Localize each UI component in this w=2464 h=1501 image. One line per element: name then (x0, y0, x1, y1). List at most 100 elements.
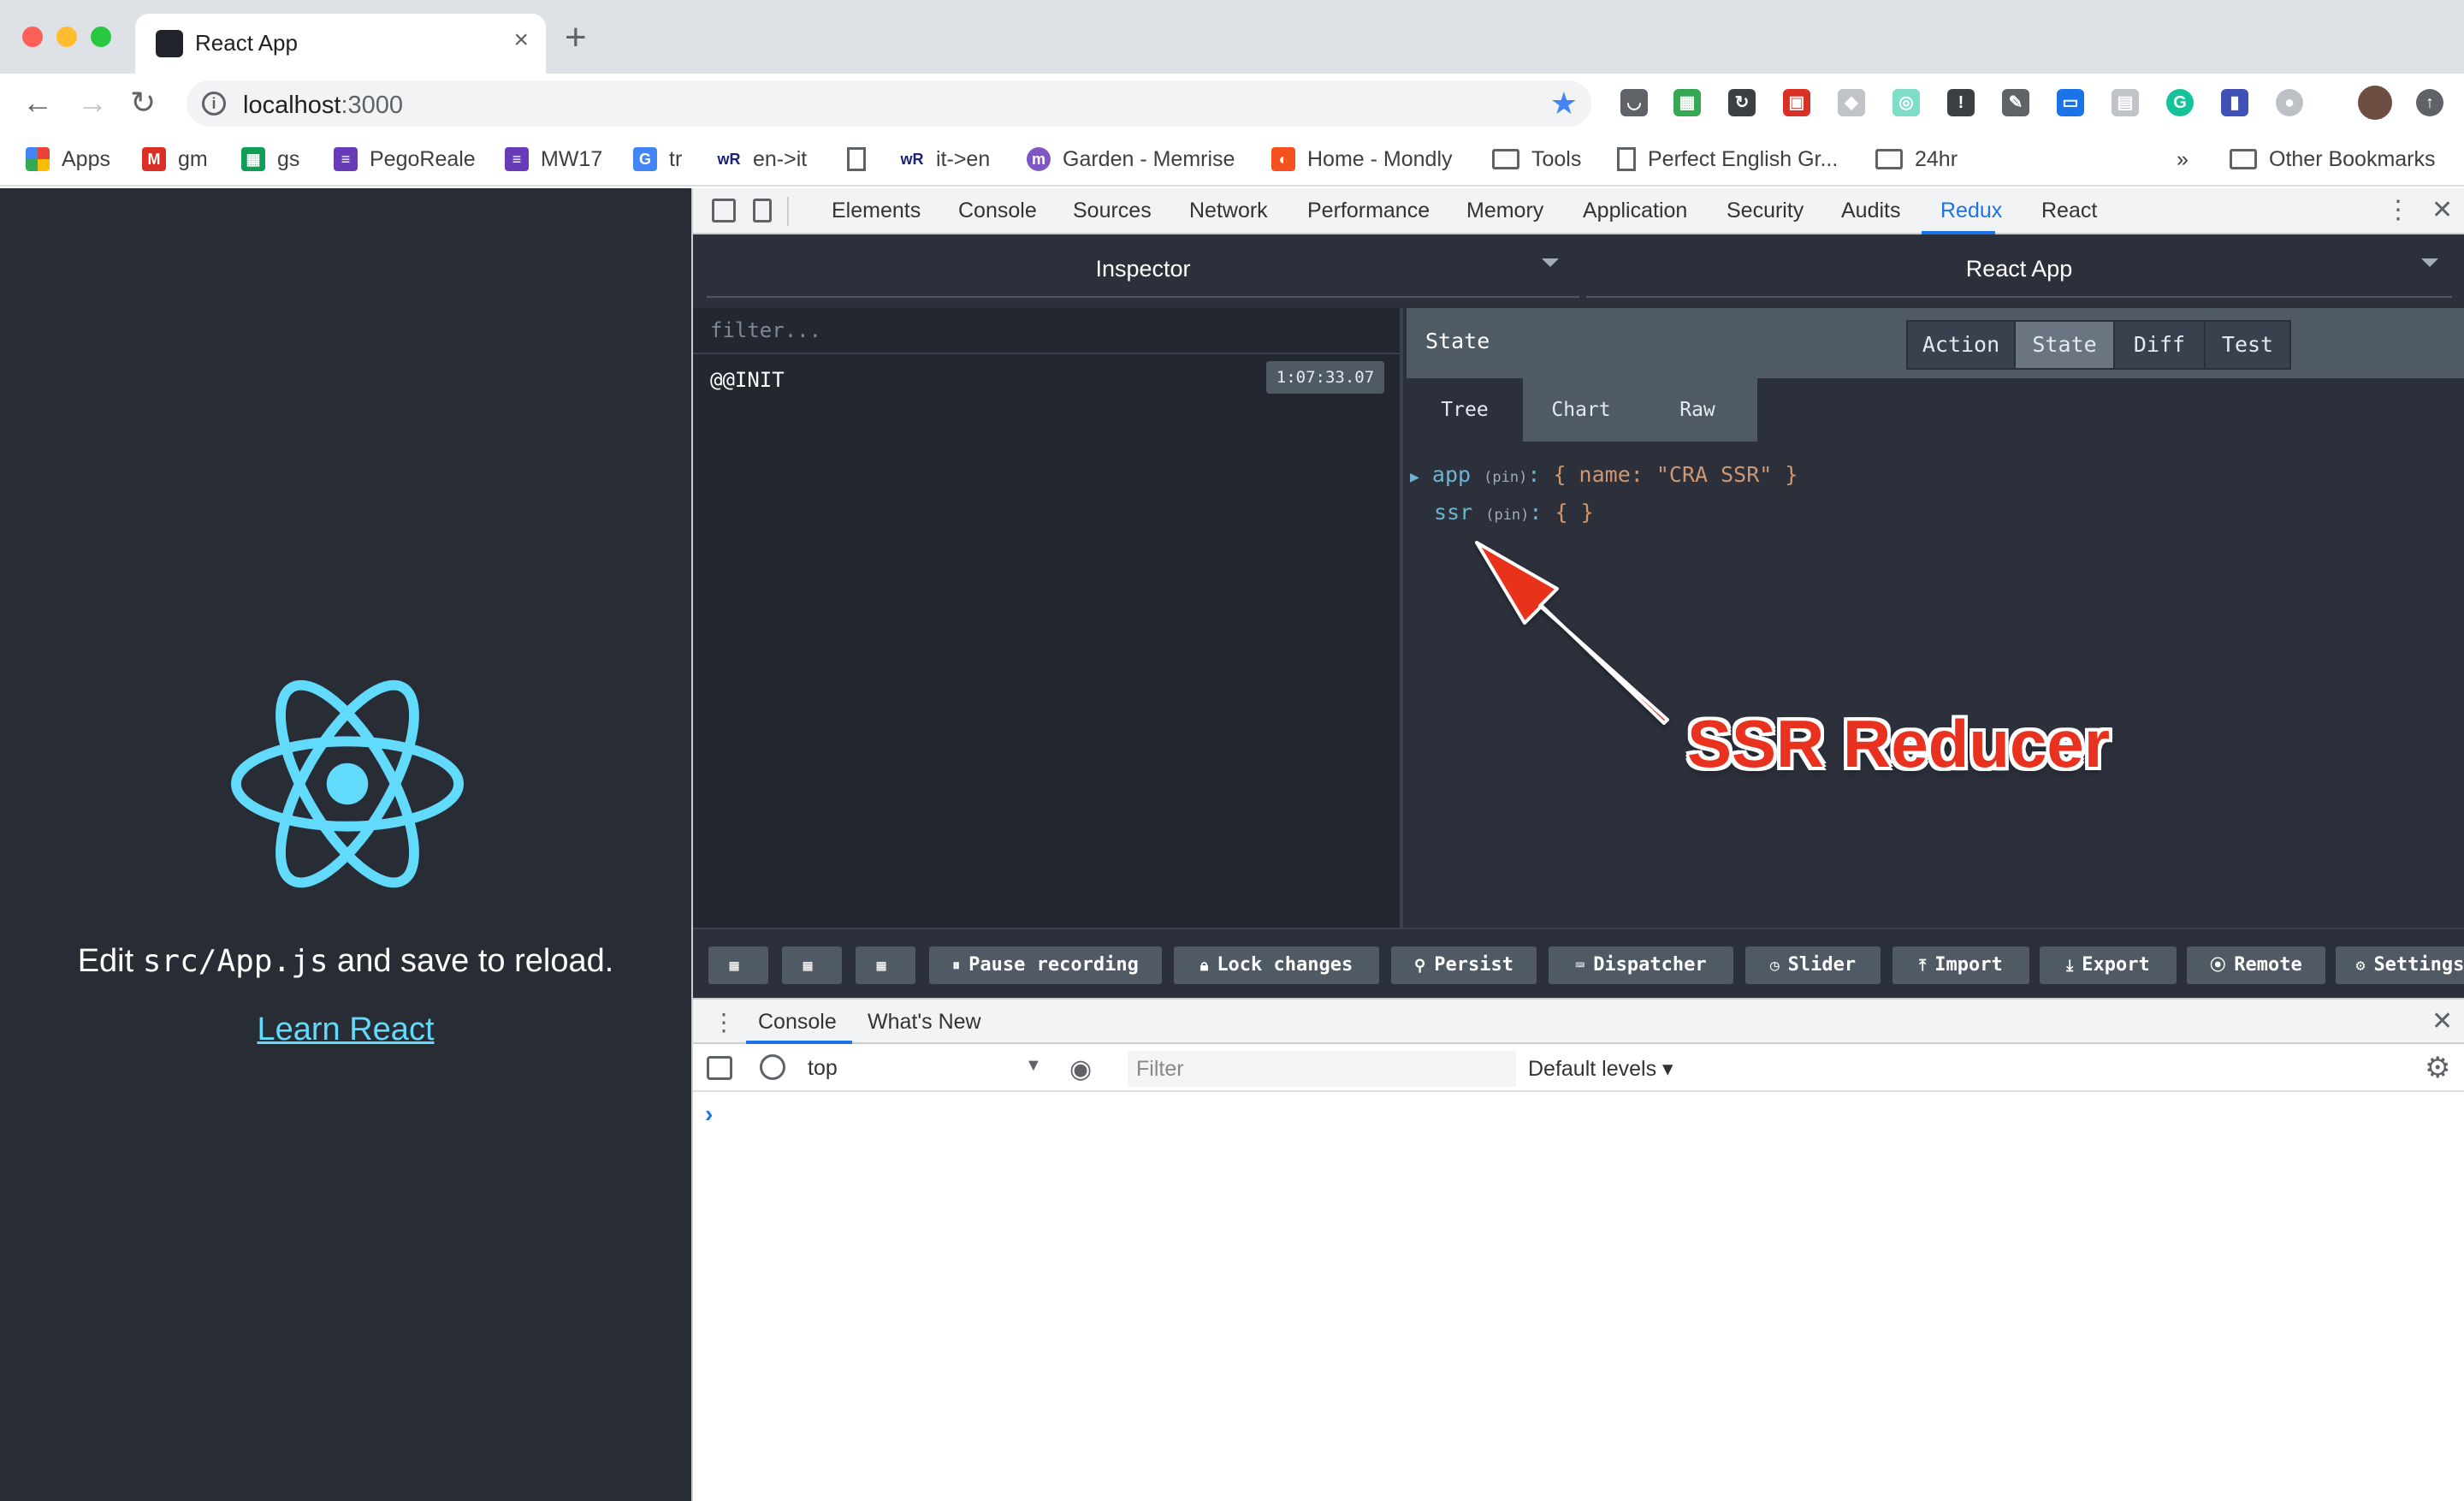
reload-icon[interactable]: ↻ (130, 87, 156, 118)
bookmark-tr[interactable]: Gtr (633, 145, 682, 173)
tab-elements[interactable]: Elements (832, 199, 921, 223)
tree-node-app[interactable]: ▶ app (pin): { name: "CRA SSR" } (1410, 462, 1798, 487)
bookmark-24hr-folder[interactable]: 24hr (1875, 145, 1958, 173)
drawer-tab-whats-new[interactable]: What's New (868, 1010, 981, 1035)
pause-recording-button[interactable]: ⏸ Pause recording (929, 946, 1162, 984)
action-filter-input[interactable]: filter... (693, 308, 1400, 354)
lock-changes-button[interactable]: 🔒︎ Lock changes (1174, 946, 1379, 984)
red-extension-icon[interactable]: ▣ (1783, 89, 1810, 116)
browser-tab-active[interactable]: React App × (135, 14, 546, 74)
export-button[interactable]: ⤓ Export (2040, 946, 2177, 984)
inspect-element-icon[interactable] (712, 199, 736, 222)
drawer-tab-console[interactable]: Console (758, 1010, 837, 1035)
bookmark-gm[interactable]: Mgm (142, 145, 208, 173)
subtab-raw[interactable]: Raw (1639, 378, 1756, 442)
other-bookmarks-folder[interactable]: Other Bookmarks (2230, 145, 2436, 173)
tree-node-ssr[interactable]: ssr (pin): { } (1434, 500, 1594, 525)
monitor-select[interactable]: Inspector (707, 245, 1579, 298)
update-icon[interactable]: ↑ (2416, 89, 2443, 116)
dock-bottom-button[interactable]: ▦ (856, 946, 915, 984)
bookmark-gs[interactable]: ▦ gs (241, 145, 299, 173)
sheets-extension-icon[interactable]: ▦ (1673, 89, 1701, 116)
ruler-extension-icon[interactable]: ▮ (2221, 89, 2248, 116)
forward-icon[interactable]: → (77, 87, 108, 118)
drawer-menu-icon[interactable]: ⋮ (712, 1008, 736, 1036)
live-expression-eye-icon[interactable]: ◉ (1069, 1054, 1092, 1084)
segment-state[interactable]: State (2014, 320, 2115, 370)
segment-test[interactable]: Test (2204, 320, 2291, 370)
bookmark-star-icon[interactable]: ★ (1550, 86, 1578, 122)
tab-sources[interactable]: Sources (1073, 199, 1152, 223)
learn-react-link[interactable]: Learn React (0, 1012, 691, 1048)
close-window-button[interactable] (22, 27, 43, 47)
bookmarks-overflow-button[interactable]: » (2177, 145, 2189, 173)
site-info-icon[interactable]: i (202, 92, 226, 116)
new-tab-icon[interactable]: + (565, 19, 587, 56)
bookmark-memrise[interactable]: m Garden - Memrise (1027, 145, 1235, 173)
log-levels-select[interactable]: Default levels ▾ (1528, 1056, 1673, 1082)
tab-console[interactable]: Console (958, 199, 1037, 223)
dropbox-extension-icon[interactable]: ◆ (1838, 89, 1865, 116)
subtab-chart[interactable]: Chart (1523, 378, 1639, 442)
profile-avatar[interactable] (2358, 86, 2392, 120)
gear-icon[interactable]: ⚙ (2425, 1051, 2450, 1085)
grammarly-extension-icon[interactable]: G (2166, 89, 2194, 116)
bookmark-tools-folder[interactable]: Tools (1492, 145, 1581, 173)
url-text[interactable]: localhost:3000 (243, 92, 403, 120)
bookmark-blank[interactable] (847, 145, 878, 173)
more-options-icon[interactable]: ⋮ (2385, 195, 2411, 225)
console-filter-input[interactable] (1128, 1051, 1516, 1087)
minimize-window-button[interactable] (56, 27, 77, 47)
dock-right-button[interactable]: ▦ (782, 946, 842, 984)
tab-security[interactable]: Security (1727, 199, 1804, 223)
slider-button[interactable]: ◷ Slider (1745, 946, 1881, 984)
chevron-down-icon[interactable]: ▼ (1025, 1056, 1042, 1076)
sphere-extension-icon[interactable]: ● (2276, 89, 2303, 116)
tab-network[interactable]: Network (1189, 199, 1268, 223)
screen-extension-icon[interactable]: ▭ (2057, 89, 2084, 116)
pocket-extension-icon[interactable]: ◡ (1620, 89, 1648, 116)
pin-link[interactable]: (pin) (1484, 469, 1527, 486)
context-select[interactable]: top (808, 1056, 838, 1081)
segment-diff[interactable]: Diff (2113, 320, 2206, 370)
back-icon[interactable]: ← (22, 87, 53, 118)
persist-button[interactable]: ⚲ Persist (1391, 946, 1537, 984)
bookmark-mw17[interactable]: ≡ MW17 (505, 145, 602, 173)
subtab-tree[interactable]: Tree (1407, 378, 1523, 442)
device-toolbar-icon[interactable] (753, 199, 772, 222)
bookmark-it-en[interactable]: wR it->en (900, 145, 990, 173)
close-devtools-icon[interactable]: ✕ (2431, 195, 2453, 225)
import-button[interactable]: ⤒ Import (1892, 946, 2029, 984)
onepassword-extension-icon[interactable]: ! (1947, 89, 1975, 116)
grey-extension-icon[interactable]: ▤ (2112, 89, 2139, 116)
tab-audits[interactable]: Audits (1841, 199, 1900, 223)
pin-link[interactable]: (pin) (1485, 507, 1529, 524)
clear-console-icon[interactable] (760, 1054, 785, 1080)
bookmark-en-it[interactable]: wR en->it (717, 145, 807, 173)
settings-button[interactable]: ⚙ Settings (2336, 946, 2464, 984)
console-prompt-icon[interactable]: › (705, 1101, 713, 1128)
circle-extension-icon[interactable]: ◎ (1892, 89, 1920, 116)
tab-performance[interactable]: Performance (1307, 199, 1430, 223)
tab-redux[interactable]: Redux (1940, 199, 2002, 223)
tab-close-icon[interactable]: × (513, 26, 529, 55)
bookmark-mondly[interactable]: ◐ Home - Mondly (1271, 145, 1453, 173)
dispatcher-button[interactable]: ⌨ Dispatcher (1549, 946, 1733, 984)
zoom-window-button[interactable] (91, 27, 111, 47)
bookmark-apps[interactable]: Apps (26, 145, 110, 173)
tab-memory[interactable]: Memory (1466, 199, 1543, 223)
bookmark-perfect-english[interactable]: Perfect English Gr... (1617, 145, 1838, 173)
eyedropper-extension-icon[interactable]: ✎ (2002, 89, 2029, 116)
close-drawer-icon[interactable]: ✕ (2431, 1006, 2453, 1036)
dock-left-button[interactable]: ▦ (708, 946, 768, 984)
sidebar-toggle-icon[interactable] (707, 1056, 732, 1080)
tab-application[interactable]: Application (1583, 199, 1687, 223)
segment-action[interactable]: Action (1906, 320, 2016, 370)
tab-react[interactable]: React (2041, 199, 2097, 223)
address-bar[interactable]: i localhost:3000 ★ (187, 80, 1591, 127)
remote-button[interactable]: ⦿ Remote (2187, 946, 2325, 984)
bookmark-pegoreale[interactable]: ≡ PegoReale (334, 145, 476, 173)
instance-select[interactable]: React App (1586, 245, 2452, 298)
expand-arrow-icon[interactable]: ▶ (1410, 468, 1419, 486)
sync-extension-icon[interactable]: ↻ (1728, 89, 1756, 116)
